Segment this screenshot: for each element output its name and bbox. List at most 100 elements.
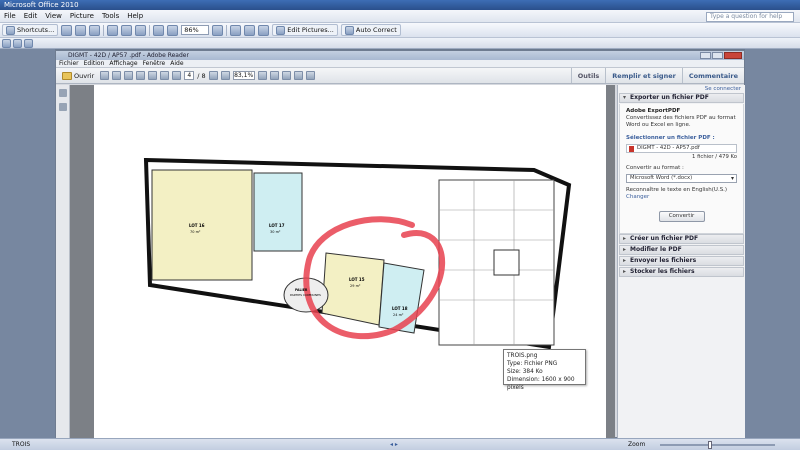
highlight-icon[interactable] xyxy=(293,71,303,80)
fit-width-icon[interactable] xyxy=(269,71,279,80)
rotate-left-icon[interactable] xyxy=(153,24,165,36)
auto-correct-button[interactable]: Auto Correct xyxy=(340,24,401,36)
window-controls xyxy=(700,52,742,59)
filmstrip-view-icon[interactable] xyxy=(13,38,22,48)
reader-navigation-strip xyxy=(56,85,70,438)
maximize-icon[interactable] xyxy=(712,52,723,59)
thumbnail-icon[interactable] xyxy=(230,24,242,36)
lot-17-area-label: 30 m² xyxy=(270,230,281,234)
menu-view[interactable]: View xyxy=(41,12,66,20)
help-search-input[interactable]: Type a question for help xyxy=(706,12,794,22)
export-pdf-description: Convertissez des fichiers PDF au format … xyxy=(626,115,736,128)
office-left-panel xyxy=(0,49,55,438)
toolbar-separator xyxy=(149,24,151,36)
parties-communes-label: PARTIES COMMUNES xyxy=(290,293,321,297)
single-picture-view-icon[interactable] xyxy=(24,38,33,48)
delete-icon[interactable] xyxy=(135,24,147,36)
next-page-icon[interactable] xyxy=(172,71,182,80)
menu-file[interactable]: File xyxy=(0,12,20,20)
office-toolbar: Shortcuts... 86% Edit Pictures... Auto C… xyxy=(0,23,800,38)
reader-title-bar: DIGMT - 42D / AP57 .pdf - Adobe Reader xyxy=(56,51,744,60)
paste-icon[interactable] xyxy=(121,24,133,36)
selected-file-box[interactable]: DIGMT - 42D - AP57.pdf xyxy=(626,144,737,153)
expand-icon[interactable] xyxy=(305,71,315,80)
previous-page-icon[interactable] xyxy=(160,71,170,80)
page-total: / 8 xyxy=(197,71,206,80)
sign-in-link[interactable]: Se connecter xyxy=(618,85,745,93)
upload-icon[interactable] xyxy=(124,71,134,80)
fit-page-icon[interactable] xyxy=(257,71,267,80)
reader-menu-affichage[interactable]: Affichage xyxy=(109,60,137,67)
reader-right-tabs: Outils Remplir et signer Commentaire xyxy=(570,68,744,83)
reader-menu-aide[interactable]: Aide xyxy=(170,60,183,67)
copy-icon[interactable] xyxy=(107,24,119,36)
office-zoom-select[interactable]: 86% xyxy=(181,25,210,35)
filmstrip-icon[interactable] xyxy=(244,24,256,36)
toolbar-separator xyxy=(103,24,105,36)
open-label: Ouvrir xyxy=(74,71,95,80)
save-pdf-icon[interactable] xyxy=(112,71,122,80)
email-icon[interactable] xyxy=(148,71,158,80)
select-pdf-link[interactable]: Sélectionner un fichier PDF : xyxy=(626,135,737,142)
create-pdf-section-header[interactable]: Créer un fichier PDF xyxy=(619,234,744,244)
shortcuts-icon xyxy=(6,25,15,35)
reader-menu-fenetre[interactable]: Fenêtre xyxy=(143,60,166,67)
document-area[interactable]: LOT 16 70 m² LOT 17 30 m² LOT 15 29 m² L… xyxy=(70,85,615,438)
print-icon[interactable] xyxy=(136,71,146,80)
export-pdf-section: Adobe ExportPDF Convertissez des fichier… xyxy=(619,104,744,234)
tools-right-panel: Se connecter Exporter un fichier PDF Ado… xyxy=(617,85,745,438)
print-icon[interactable] xyxy=(75,24,87,36)
auto-correct-icon xyxy=(344,25,354,35)
status-nav-arrows[interactable]: ◂ ▸ xyxy=(390,439,398,450)
edit-pdf-section-header[interactable]: Modifier le PDF xyxy=(619,245,744,255)
convert-button[interactable]: Convertir xyxy=(658,211,705,222)
attachments-icon[interactable] xyxy=(58,103,67,111)
comment-icon[interactable] xyxy=(281,71,291,80)
office-title-bar: Microsoft Office 2010 xyxy=(0,0,800,10)
export-pdf-section-header[interactable]: Exporter un fichier PDF xyxy=(619,93,744,103)
status-filename: TROIS xyxy=(12,441,31,448)
page-thumbnails-icon[interactable] xyxy=(58,89,67,97)
close-icon[interactable] xyxy=(724,52,742,59)
thumbnails-view-icon[interactable] xyxy=(2,38,11,48)
menu-help[interactable]: Help xyxy=(123,12,147,20)
lot-18-area-label: 24 m² xyxy=(393,313,404,317)
zoom-in-icon[interactable] xyxy=(220,71,230,80)
store-files-section-header[interactable]: Stocker les fichiers xyxy=(619,267,744,277)
zoom-slider[interactable] xyxy=(660,441,775,449)
single-view-icon[interactable] xyxy=(258,24,270,36)
office-view-toolbar xyxy=(0,38,800,49)
tab-outils[interactable]: Outils xyxy=(570,68,606,83)
format-select[interactable]: Microsoft Word (*.docx) xyxy=(626,174,737,183)
tab-remplir-et-signer[interactable]: Remplir et signer xyxy=(605,68,682,83)
reader-menu-edition[interactable]: Edition xyxy=(84,60,105,67)
save-icon[interactable] xyxy=(61,24,73,36)
page-number-input[interactable]: 4 xyxy=(184,71,195,80)
lot-15-label: LOT 15 xyxy=(349,277,365,282)
open-button[interactable]: Ouvrir xyxy=(59,71,97,80)
zoom-out-icon[interactable] xyxy=(208,71,218,80)
zoom-slider-knob[interactable] xyxy=(708,441,712,449)
lot-18-label: LOT 18 xyxy=(392,306,408,311)
palier-label: PALIER xyxy=(295,288,308,292)
edit-pictures-button[interactable]: Edit Pictures... xyxy=(272,24,338,36)
minimize-icon[interactable] xyxy=(700,52,711,59)
folder-icon xyxy=(62,71,72,80)
create-pdf-icon[interactable] xyxy=(100,71,110,80)
office-menu-bar: File Edit View Picture Tools Help xyxy=(0,10,800,23)
reader-menu-fichier[interactable]: Fichier xyxy=(59,60,79,67)
zoom-level-input[interactable]: 83,1% xyxy=(232,71,255,80)
help-icon[interactable] xyxy=(212,24,224,36)
send-files-section-header[interactable]: Envoyer les fichiers xyxy=(619,256,744,266)
tab-commentaire[interactable]: Commentaire xyxy=(681,68,744,83)
right-wing-room xyxy=(493,249,520,276)
change-language-link[interactable]: Changer xyxy=(626,194,737,201)
email-icon[interactable] xyxy=(89,24,101,36)
lot-17-area xyxy=(253,172,303,252)
recognize-text-label: Reconnaître le texte en English(U.S.) xyxy=(626,187,728,193)
menu-tools[interactable]: Tools xyxy=(98,12,123,20)
menu-edit[interactable]: Edit xyxy=(20,12,42,20)
rotate-right-icon[interactable] xyxy=(167,24,179,36)
menu-picture[interactable]: Picture xyxy=(66,12,98,20)
shortcuts-button[interactable]: Shortcuts... xyxy=(2,24,59,36)
